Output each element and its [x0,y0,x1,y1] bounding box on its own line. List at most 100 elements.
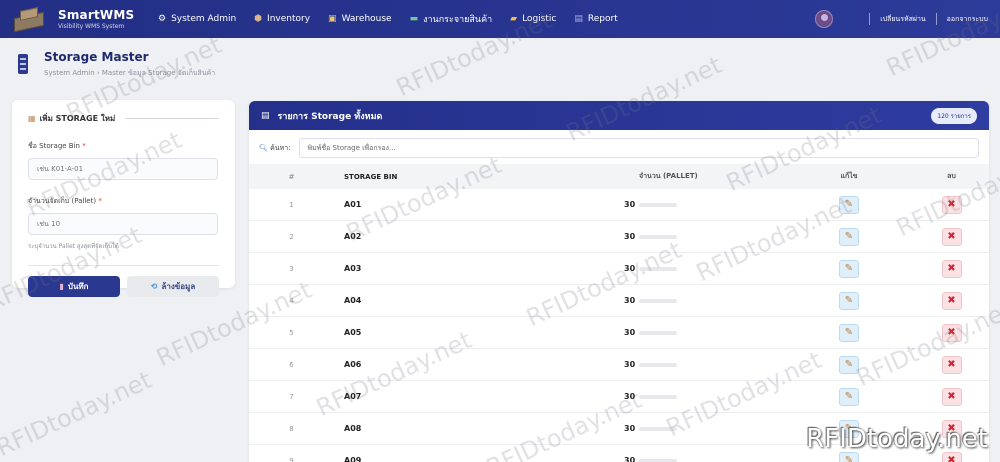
row-qty: 30 [524,328,754,337]
row-delete-cell: ✖ [874,259,989,278]
storage-bin-input[interactable] [28,158,218,180]
row-delete-cell: ✖ [874,195,989,214]
menu-distribution[interactable]: ▬ งานกระจายสินค้า [410,12,493,26]
logout-link[interactable]: ออกจากระบบ [947,14,988,25]
row-num: 3 [289,264,294,273]
save-icon: ▮ [59,282,64,291]
capacity-bar [639,394,678,399]
table-row: 4 A04 30 ✎ ✖ [249,285,989,317]
table-row: 5 A05 30 ✎ ✖ [249,317,989,349]
menu-system-admin[interactable]: ⚙ System Admin [158,14,236,24]
count-badge: 120 รายการ [931,107,977,124]
box-add-icon: ▦ [28,114,36,123]
close-icon: ✖ [947,295,956,306]
row-bin: A07 [344,392,362,401]
row-bin: A08 [344,424,362,433]
row-num: 8 [289,424,294,433]
search-input[interactable]: พิมพ์ชื่อ Storage เพื่อกรอง... [298,138,979,158]
pencil-icon: ✎ [844,359,854,370]
capacity-bar [639,234,678,239]
table-row: 1 A01 30 ✎ ✖ [249,189,989,221]
row-qty: 30 [524,264,754,273]
brand-name: SmartWMS [58,8,135,22]
row-qty: 30 [524,456,754,462]
edit-button[interactable]: ✎ [839,259,859,278]
capacity-label: จำนวนจัดเก็บ (Pallet) * [28,197,102,205]
box-icon: ⬢ [254,14,263,24]
header-edit: แก้ไข [840,172,858,180]
edit-button[interactable]: ✎ [839,195,859,214]
change-password-link[interactable]: เปลี่ยนรหัสผ่าน [880,14,925,25]
row-qty: 30 [524,360,754,369]
row-edit-cell: ✎ [754,355,874,374]
report-icon: ▤ [574,14,583,24]
bin-label: ชื่อ Storage Bin * [28,142,86,150]
main-menu: ⚙ System Admin ⬢ Inventory ▣ Warehouse ▬… [158,12,636,26]
form-heading: ▦ เพิ่ม STORAGE ใหม่ [28,112,219,125]
clear-button[interactable]: ⟲ ล้างข้อมูล [127,276,219,297]
capacity-bar [639,298,678,303]
delete-button[interactable]: ✖ [941,259,962,278]
truck-icon: ▰ [510,14,518,24]
row-num: 5 [289,328,294,337]
gear-icon: ⚙ [158,14,167,24]
table-body: 1 A01 30 ✎ ✖ 2 A02 30 ✎ ✖ 3 A03 30 ✎ ✖ 4 A04 30 ✎ ✖ 5 A05 30 ✎ ✖… [249,189,989,462]
delete-button[interactable]: ✖ [941,355,962,374]
edit-button[interactable]: ✎ [839,323,859,342]
close-icon: ✖ [947,199,956,210]
close-icon: ✖ [947,263,956,274]
pencil-icon: ✎ [844,391,854,402]
menu-logistic[interactable]: ▰ Logistic [510,14,556,24]
header-qty: จำนวน (PALLET) [639,172,698,180]
delete-button[interactable]: ✖ [941,227,962,246]
capacity-bar [639,458,678,462]
row-num: 1 [289,200,294,209]
menu-report[interactable]: ▤ Report [574,14,617,24]
edit-button[interactable]: ✎ [839,291,859,310]
page-header: Storage Master System Admin › Master ข้อ… [18,50,215,79]
row-qty: 30 [524,232,754,241]
brand[interactable]: SmartWMS Visibility WMS System [10,5,150,33]
search-row: 🔍︎ ค้นหา: พิมพ์ชื่อ Storage เพื่อกรอง... [249,130,989,158]
watermark: RFIDtoday.net [0,365,156,462]
table-header: # STORAGE BIN จำนวน (PALLET) แก้ไข ลบ [249,164,989,189]
table-row: 3 A03 30 ✎ ✖ [249,253,989,285]
header-bin: STORAGE BIN [344,172,398,181]
row-bin: A05 [344,328,362,337]
save-button[interactable]: ▮ บันทึก [28,276,120,297]
avatar[interactable] [815,10,834,28]
row-bin: A06 [344,360,362,369]
edit-button[interactable]: ✎ [839,355,859,374]
edit-button[interactable]: ✎ [839,387,859,406]
close-icon: ✖ [947,455,956,462]
menu-inventory[interactable]: ⬢ Inventory [254,14,310,24]
truck-icon: ▬ [409,14,419,24]
capacity-bar [639,330,678,335]
table-card-header: ▤ รายการ Storage ทั้งหมด 120 รายการ [249,101,989,130]
delete-button[interactable]: ✖ [941,387,962,406]
row-edit-cell: ✎ [754,195,874,214]
table-row: 7 A07 30 ✎ ✖ [249,381,989,413]
edit-button[interactable]: ✎ [839,227,859,246]
add-storage-form: ▦ เพิ่ม STORAGE ใหม่ ชื่อ Storage Bin * … [12,100,235,297]
row-qty: 30 [524,392,754,401]
row-edit-cell: ✎ [754,259,874,278]
delete-button[interactable]: ✖ [941,291,962,310]
close-icon: ✖ [947,327,956,338]
close-icon: ✖ [947,359,956,370]
row-num: 6 [289,360,294,369]
row-delete-cell: ✖ [874,227,989,246]
row-bin: A03 [344,264,362,273]
delete-button[interactable]: ✖ [941,195,962,214]
capacity-bar [639,266,678,271]
brand-subtitle: Visibility WMS System [58,23,125,30]
menu-warehouse[interactable]: ▣ Warehouse [328,14,392,24]
capacity-input[interactable] [28,213,218,235]
capacity-hint: ระบุจำนวน Pallet สูงสุดที่จัดเก็บได้ [28,243,119,250]
capacity-bar [639,202,678,207]
row-edit-cell: ✎ [754,227,874,246]
table-title: รายการ Storage ทั้งหมด [277,111,383,122]
row-num: 7 [289,392,294,401]
delete-button[interactable]: ✖ [941,323,962,342]
watermark-large: RFIDtoday.net [806,424,988,454]
